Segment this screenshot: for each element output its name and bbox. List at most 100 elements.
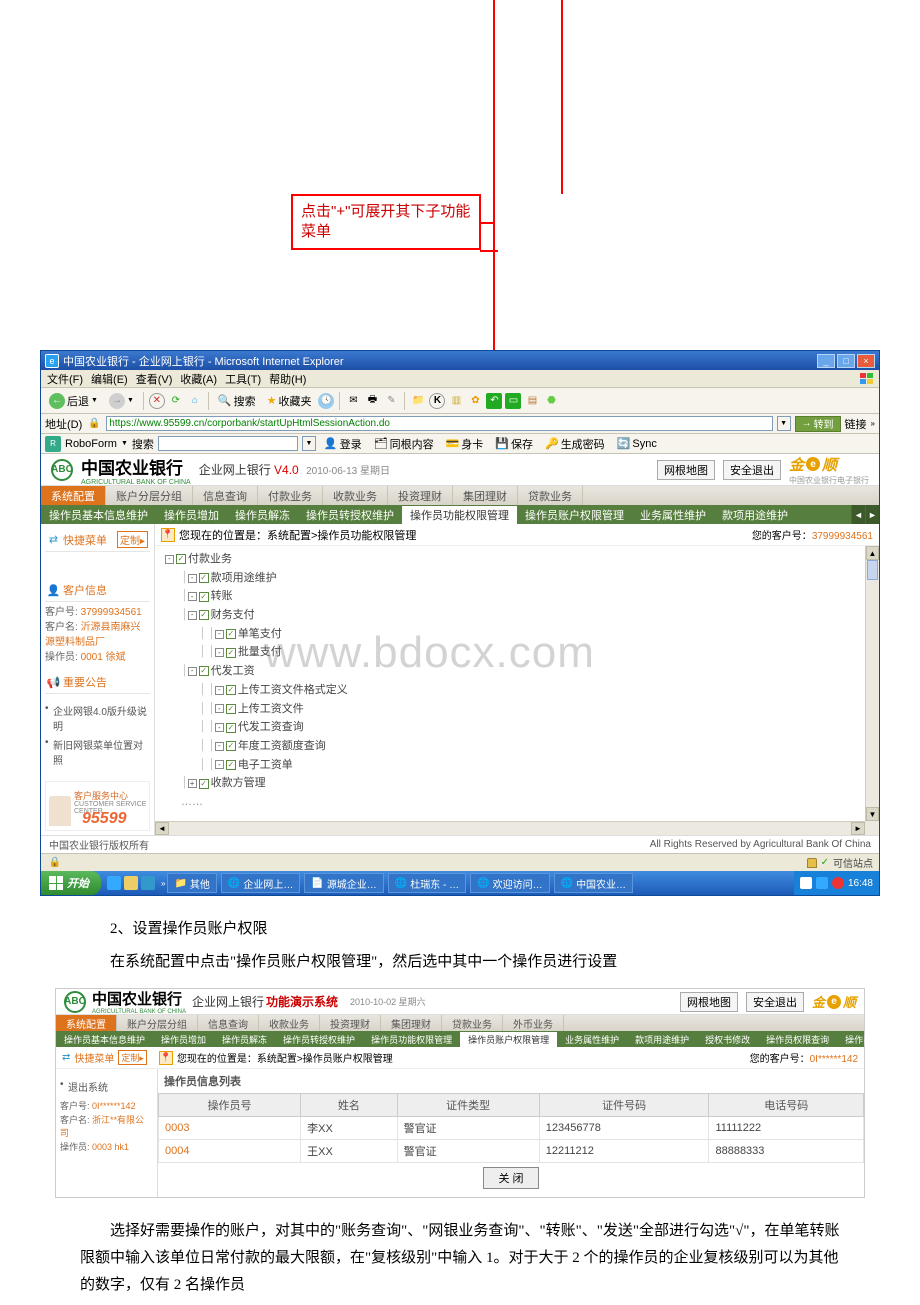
ql-media-icon[interactable]: [141, 876, 155, 890]
forward-button[interactable]: →▼: [105, 392, 138, 410]
mail-icon[interactable]: ✉: [345, 393, 361, 409]
subtab[interactable]: 操作员解冻: [214, 1031, 275, 1047]
expand-icon[interactable]: -: [215, 760, 224, 769]
checkbox[interactable]: ✓: [199, 592, 209, 602]
expand-icon[interactable]: -: [215, 704, 224, 713]
table-row[interactable]: 0004王XX警官证1221121288888333: [159, 1140, 864, 1163]
menu-view[interactable]: 查看(V): [134, 371, 175, 387]
expand-icon[interactable]: -: [215, 648, 224, 657]
close-button[interactable]: ×: [857, 354, 875, 368]
stop-button[interactable]: ✕: [149, 393, 165, 409]
menu-tools[interactable]: 工具(T): [223, 371, 263, 387]
task-item[interactable]: 📁其他: [167, 873, 216, 893]
menu-file[interactable]: 文件(F): [45, 371, 85, 387]
expand-icon[interactable]: -: [165, 555, 174, 564]
gear-icon[interactable]: ✿: [467, 393, 483, 409]
tree-node[interactable]: │ -✓ 代发工资: [163, 662, 865, 681]
tree-node[interactable]: │ │ -✓ 单笔支付: [163, 625, 865, 644]
checkbox[interactable]: ✓: [226, 629, 236, 639]
subtab-left-arrow[interactable]: ◄: [851, 505, 865, 524]
print-icon[interactable]: 🖶: [364, 393, 380, 409]
tab-info[interactable]: 信息查询: [198, 1015, 259, 1031]
favorites-button[interactable]: ★收藏夹: [263, 392, 316, 410]
site-map-button[interactable]: 网根地图: [680, 992, 738, 1012]
expand-icon[interactable]: -: [215, 686, 224, 695]
tree-node[interactable]: │ +✓ 收款方管理: [163, 774, 865, 793]
checkbox[interactable]: ✓: [226, 760, 236, 770]
tab-loan[interactable]: 贷款业务: [518, 486, 583, 505]
tree-node[interactable]: │ -✓ 转账: [163, 587, 865, 606]
robo-gen[interactable]: 🔑生成密码: [541, 435, 609, 453]
history-icon[interactable]: 🕓: [318, 393, 334, 409]
mon-icon[interactable]: ▭: [505, 393, 521, 409]
expand-icon[interactable]: -: [188, 667, 197, 676]
tree-node[interactable]: │ -✓ 财务支付: [163, 606, 865, 625]
tray-icon[interactable]: [832, 877, 844, 889]
subtab-bizattr[interactable]: 业务属性维护: [632, 505, 714, 524]
menu-edit[interactable]: 编辑(E): [89, 371, 130, 387]
subtab[interactable]: 授权书修改: [697, 1031, 758, 1047]
checkbox[interactable]: ✓: [199, 610, 209, 620]
subtab[interactable]: 业务属性维护: [557, 1031, 627, 1047]
refresh-button[interactable]: ⟳: [168, 393, 184, 409]
url-dropdown[interactable]: ▼: [777, 416, 791, 431]
tab-group[interactable]: 集团理财: [453, 486, 518, 505]
tab-invest[interactable]: 投资理财: [320, 1015, 381, 1031]
tab-system[interactable]: 系统配置: [56, 1015, 117, 1031]
start-button[interactable]: 开始: [41, 871, 101, 895]
subtab[interactable]: 操作员功能权限管理: [363, 1031, 460, 1047]
expand-icon[interactable]: -: [188, 574, 197, 583]
subtab[interactable]: 操作员权限查询: [758, 1031, 837, 1047]
tree-node[interactable]: │ │ -✓ 上传工资文件: [163, 700, 865, 719]
subtab-acctperm[interactable]: 操作员账户权限管理: [460, 1031, 557, 1047]
vertical-scrollbar[interactable]: ▲▼: [865, 546, 879, 821]
checkbox[interactable]: ✓: [226, 723, 236, 733]
tree-node[interactable]: │ -✓ 款项用途维护: [163, 569, 865, 588]
tray-icon[interactable]: [816, 877, 828, 889]
checkbox[interactable]: ✓: [226, 685, 236, 695]
table-row[interactable]: 0003李XX警官证12345677811111222: [159, 1117, 864, 1140]
checkbox[interactable]: ✓: [199, 573, 209, 583]
minimize-button[interactable]: _: [817, 354, 835, 368]
url-input[interactable]: [106, 416, 772, 431]
site-map-button[interactable]: 网根地图: [657, 460, 715, 480]
checkbox[interactable]: ✓: [176, 554, 186, 564]
tree-node[interactable]: -✓ 付款业务: [163, 550, 865, 569]
tree-node[interactable]: │ │ -✓ 批量支付: [163, 643, 865, 662]
expand-icon[interactable]: -: [215, 630, 224, 639]
tab-receipt[interactable]: 收款业务: [259, 1015, 320, 1031]
customize-button[interactable]: 定制▸: [118, 1050, 147, 1065]
subtab-acctperm[interactable]: 操作员账户权限管理: [517, 505, 632, 524]
logout-button[interactable]: 安全退出: [746, 992, 804, 1012]
film-icon[interactable]: ▤: [524, 393, 540, 409]
tab-system[interactable]: 系统配置: [41, 486, 106, 505]
customize-button[interactable]: 定制▸: [117, 531, 148, 548]
robo-dropdown[interactable]: ▼: [302, 436, 316, 451]
tab-receipt[interactable]: 收款业务: [323, 486, 388, 505]
back-button[interactable]: ←后退▼: [45, 392, 102, 410]
ql-desktop-icon[interactable]: [124, 876, 138, 890]
ql-ie-icon[interactable]: [107, 876, 121, 890]
subtab-basicinfo[interactable]: 操作员基本信息维护: [41, 505, 156, 524]
task-item[interactable]: 🌐杜瑞东 - …: [388, 873, 466, 893]
task-item[interactable]: 📄源城企业…: [304, 873, 383, 893]
task-item[interactable]: 🌐企业网上…: [221, 873, 300, 893]
tab-loan[interactable]: 贷款业务: [442, 1015, 503, 1031]
robo-save[interactable]: 💾保存: [491, 435, 537, 453]
robo-search-input[interactable]: [158, 436, 298, 451]
tab-account-group[interactable]: 账户分层分组: [106, 486, 193, 505]
k-icon[interactable]: K: [429, 393, 445, 409]
tree-node[interactable]: │ │ -✓ 上传工资文件格式定义: [163, 681, 865, 700]
home-button[interactable]: ⌂: [187, 393, 203, 409]
menu-help[interactable]: 帮助(H): [267, 371, 308, 387]
subtab[interactable]: 操作员基本信息维护: [56, 1031, 153, 1047]
doc-icon[interactable]: ▥: [448, 393, 464, 409]
bug-icon[interactable]: ⬣: [543, 393, 559, 409]
notice-item[interactable]: 新旧网银菜单位置对照: [45, 735, 150, 769]
notice-item[interactable]: 企业网银4.0版升级说明: [45, 701, 150, 735]
expand-icon[interactable]: +: [188, 779, 197, 788]
robo-login[interactable]: 👤登录: [320, 435, 366, 453]
robo-kcard[interactable]: 💳身卡: [442, 435, 488, 453]
expand-icon[interactable]: -: [188, 592, 197, 601]
links-label[interactable]: 链接: [845, 416, 867, 432]
